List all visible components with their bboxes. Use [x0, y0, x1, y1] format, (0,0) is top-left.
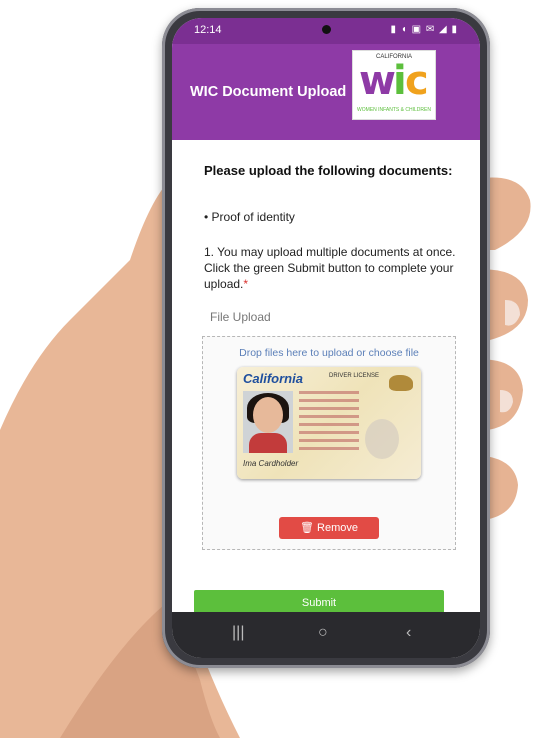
remove-label: Remove — [317, 522, 358, 534]
license-state: California — [243, 371, 303, 386]
form-heading: Please upload the following documents: — [204, 163, 453, 178]
recent-apps-icon[interactable]: ||| — [232, 624, 244, 642]
drop-hint-link[interactable]: Drop files here to upload or choose file — [203, 347, 455, 359]
trash-icon: 🗑 — [300, 522, 318, 534]
back-icon[interactable]: ‹ — [406, 624, 411, 642]
upload-form: Please upload the following documents: •… — [172, 140, 480, 616]
document-requirement: • Proof of identity — [204, 210, 295, 224]
phone-screen: 12:14 ▮ ◖ ▣ ✉ ◢ ▮ WIC Document Upload CA… — [172, 18, 480, 658]
photo-face — [253, 397, 283, 433]
status-bar: 12:14 ▮ ◖ ▣ ✉ ◢ ▮ — [172, 18, 480, 44]
remove-button[interactable]: 🗑 Remove — [279, 517, 379, 539]
page-title: WIC Document Upload — [190, 84, 347, 100]
home-icon[interactable]: ○ — [318, 624, 328, 642]
instruction-text: 1. You may upload multiple documents at … — [204, 245, 456, 291]
file-dropzone[interactable]: Drop files here to upload or choose file… — [202, 336, 456, 550]
status-time: 12:14 — [194, 24, 222, 36]
front-camera — [322, 25, 331, 34]
photo-shirt — [249, 433, 287, 453]
ghost-image — [365, 419, 399, 459]
license-type: DRIVER LICENSE — [329, 373, 380, 379]
status-icons: ▮ ◖ ▣ ✉ ◢ ▮ — [390, 24, 458, 35]
smartphone: 12:14 ▮ ◖ ▣ ✉ ◢ ▮ WIC Document Upload CA… — [162, 8, 490, 668]
license-signature: Ima Cardholder — [243, 459, 299, 468]
bear-emblem-icon — [389, 375, 413, 391]
wic-logo: CALIFORNIA w i c WOMEN INFANTS & CHILDRE… — [352, 50, 436, 120]
upload-instruction: 1. You may upload multiple documents at … — [204, 244, 456, 292]
file-upload-label: File Upload — [210, 310, 271, 324]
app-header: WIC Document Upload CALIFORNIA w i c WOM… — [172, 44, 480, 140]
logo-bottom-text: WOMEN INFANTS & CHILDREN — [357, 107, 431, 113]
uploaded-license-preview: California DRIVER LICENSE Ima Cardholder — [237, 367, 421, 479]
required-mark: * — [243, 277, 249, 291]
logo-letter-c: c — [405, 58, 429, 104]
license-details — [299, 391, 359, 455]
logo-letter-w: w — [359, 58, 396, 104]
android-nav-bar: ||| ○ ‹ — [172, 612, 480, 658]
